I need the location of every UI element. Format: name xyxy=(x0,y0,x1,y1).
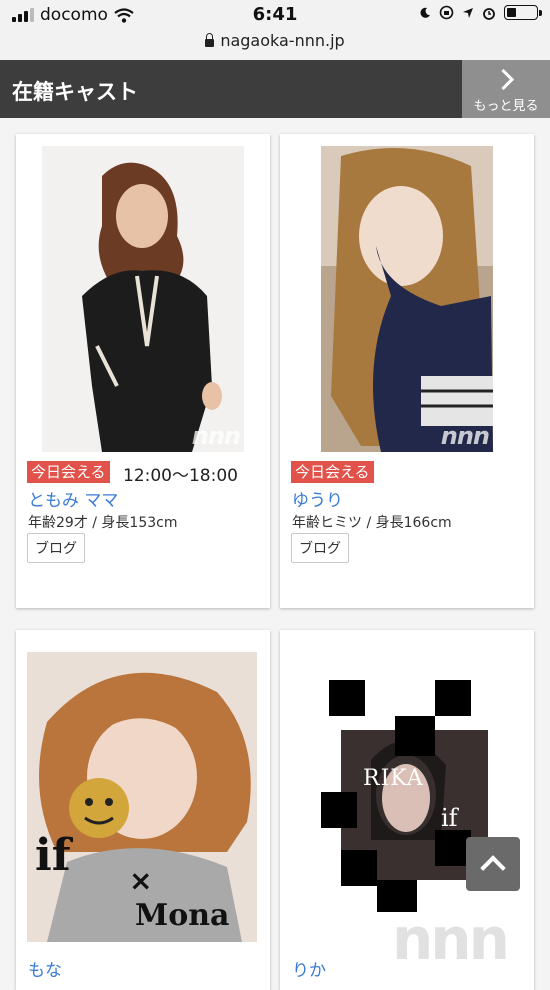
available-today-badge: 今日会える xyxy=(27,461,110,483)
alarm-icon xyxy=(483,7,495,20)
cast-photo[interactable]: if × Mona xyxy=(27,652,257,942)
chevron-up-icon xyxy=(480,855,506,881)
see-more-label: もっと見る xyxy=(473,99,539,114)
blog-button[interactable]: ブログ xyxy=(291,533,349,563)
lock-icon xyxy=(205,33,215,47)
available-today-badge: 今日会える xyxy=(291,461,374,483)
rotation-lock-icon xyxy=(439,5,454,20)
blog-button[interactable]: ブログ xyxy=(27,533,85,563)
section-title: 在籍キャスト xyxy=(12,80,138,104)
cast-card[interactable]: nnn 今日会える 12:00〜18:00 ともみ ママ 年齢29才 / 身長1… xyxy=(16,134,270,608)
status-icons xyxy=(419,5,542,20)
cast-photo[interactable]: nnn xyxy=(42,146,244,452)
url-bar[interactable]: nagaoka-nnn.jp xyxy=(0,31,550,50)
cast-photo[interactable]: nnn xyxy=(321,146,493,452)
photo-caption-if: if xyxy=(441,804,458,832)
cast-name-link[interactable]: りか xyxy=(292,956,326,981)
photo-caption-name: Mona xyxy=(135,898,230,933)
cast-stats: 年齢29才 / 身長153cm xyxy=(28,515,178,531)
scroll-to-top-button[interactable] xyxy=(466,837,520,891)
site-watermark: nnn xyxy=(392,905,510,973)
photo-caption-name: RIKA xyxy=(363,766,424,791)
see-more-button[interactable]: もっと見る xyxy=(462,60,550,118)
photo-watermark: nnn xyxy=(191,422,241,450)
cast-photo-image xyxy=(321,146,493,452)
chevron-right-icon xyxy=(492,68,514,91)
cast-hours: 12:00〜18:00 xyxy=(123,466,238,486)
url-text: nagaoka-nnn.jp xyxy=(220,31,345,50)
cast-photo-image xyxy=(42,146,244,452)
cast-card[interactable]: if × Mona もな xyxy=(16,630,270,990)
cast-name-link[interactable]: ともみ ママ xyxy=(28,486,118,511)
battery-icon xyxy=(504,5,542,20)
cast-name-link[interactable]: もな xyxy=(28,956,62,981)
moon-icon xyxy=(420,7,430,18)
status-bar: docomo 6:41 nagaoka-nnn.jp xyxy=(0,0,550,61)
cast-card[interactable]: nnn 今日会える ゆうり 年齢ヒミツ / 身長166cm ブログ xyxy=(280,134,534,608)
photo-caption-cross: × xyxy=(129,864,153,897)
photo-caption-if: if xyxy=(35,830,71,881)
cast-name-link[interactable]: ゆうり xyxy=(292,486,343,511)
location-icon xyxy=(463,7,473,18)
photo-watermark: nnn xyxy=(440,422,490,450)
section-header: 在籍キャスト もっと見る xyxy=(0,60,550,118)
cast-stats: 年齢ヒミツ / 身長166cm xyxy=(292,515,452,531)
